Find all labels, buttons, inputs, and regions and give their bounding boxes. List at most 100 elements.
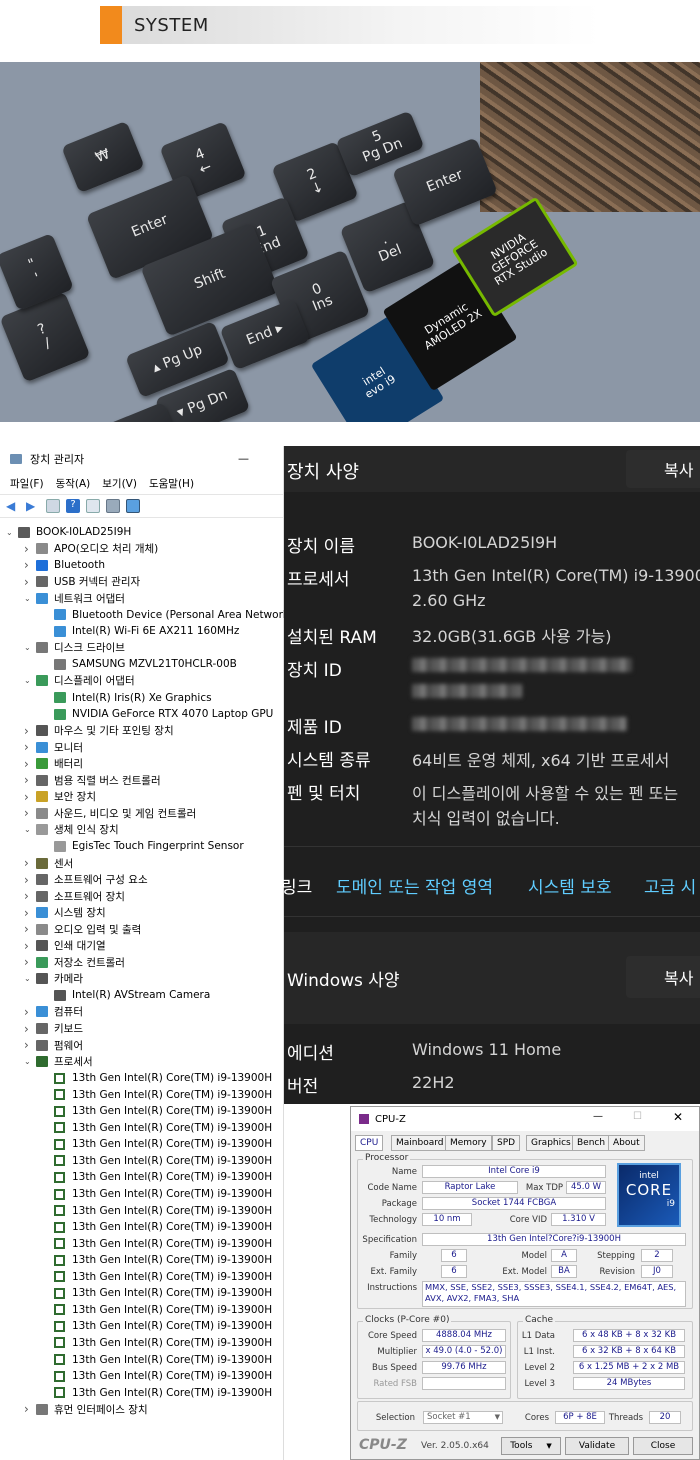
tree-item[interactable]: 13th Gen Intel(R) Core(TM) i9-13900H xyxy=(42,1153,272,1169)
chevron-right-icon[interactable]: › xyxy=(24,806,36,820)
tree-item[interactable]: 13th Gen Intel(R) Core(TM) i9-13900H xyxy=(42,1335,272,1351)
menu-help[interactable]: 도움말(H) xyxy=(149,476,194,491)
tree-item[interactable]: › 보안 장치 xyxy=(24,789,96,805)
chevron-right-icon[interactable]: › xyxy=(24,1038,36,1052)
chevron-right-icon[interactable]: › xyxy=(24,740,36,754)
properties-icon[interactable] xyxy=(46,499,60,513)
tree-item[interactable]: SAMSUNG MZVL21T0HCLR-00B xyxy=(42,656,237,672)
back-icon[interactable]: ◀ xyxy=(6,499,20,513)
tree-item[interactable]: › 휴먼 인터페이스 장치 xyxy=(24,1401,148,1417)
tree-item[interactable]: › 모니터 xyxy=(24,739,83,755)
minimize-icon[interactable]: — xyxy=(238,452,249,465)
tree-item[interactable]: › 마우스 및 기타 포인팅 장치 xyxy=(24,723,174,739)
tab-cpu[interactable]: CPU xyxy=(355,1135,384,1151)
menu-view[interactable]: 보기(V) xyxy=(102,476,137,491)
grid-icon[interactable] xyxy=(86,499,100,513)
tree-item[interactable]: 13th Gen Intel(R) Core(TM) i9-13900H xyxy=(42,1169,272,1185)
tree-item[interactable]: 13th Gen Intel(R) Core(TM) i9-13900H xyxy=(42,1186,272,1202)
chevron-right-icon[interactable]: › xyxy=(24,773,36,787)
tab-spd[interactable]: SPD xyxy=(492,1135,521,1151)
chevron-right-icon[interactable]: › xyxy=(24,542,36,556)
minimize-icon[interactable]: — xyxy=(593,1111,603,1122)
tree-item[interactable]: › 소프트웨어 구성 요소 xyxy=(24,872,148,888)
tree-item[interactable]: 13th Gen Intel(R) Core(TM) i9-13900H xyxy=(42,1070,272,1086)
tree-item[interactable]: › APO(오디오 처리 개체) xyxy=(24,541,158,557)
tree-item[interactable]: › 사운드, 비디오 및 게임 컨트롤러 xyxy=(24,805,196,821)
tree-item[interactable]: › 오디오 입력 및 출력 xyxy=(24,921,141,937)
tree-item[interactable]: ⌄ 카메라 xyxy=(24,971,83,987)
tree-item[interactable]: 13th Gen Intel(R) Core(TM) i9-13900H xyxy=(42,1219,272,1235)
tab-graphics[interactable]: Graphics xyxy=(526,1135,576,1151)
tree-item[interactable]: Bluetooth Device (Personal Area Network) xyxy=(42,607,293,623)
chevron-down-icon[interactable]: ⌄ xyxy=(24,1057,36,1066)
chevron-down-icon[interactable]: ⌄ xyxy=(24,643,36,652)
tools-button[interactable]: Tools ▼ xyxy=(501,1437,561,1455)
tree-item[interactable]: NVIDIA GeForce RTX 4070 Laptop GPU xyxy=(42,706,273,722)
tree-item[interactable]: ⌄ 네트워크 어댑터 xyxy=(24,590,125,606)
tree-item[interactable]: EgisTec Touch Fingerprint Sensor xyxy=(42,838,244,854)
domain-workgroup-link[interactable]: 도메인 또는 작업 영역 xyxy=(336,873,493,898)
tree-item[interactable]: › 키보드 xyxy=(24,1021,83,1037)
chevron-right-icon[interactable]: › xyxy=(24,939,36,953)
validate-button[interactable]: Validate xyxy=(565,1437,629,1455)
tree-item[interactable]: › 인쇄 대기열 xyxy=(24,938,106,954)
chevron-right-icon[interactable]: › xyxy=(24,889,36,903)
tab-memory[interactable]: Memory xyxy=(445,1135,492,1151)
chevron-down-icon[interactable]: ⌄ xyxy=(24,974,36,983)
advanced-settings-link[interactable]: 고급 시 xyxy=(644,873,696,898)
copy-device-spec-button[interactable]: 복사 xyxy=(626,450,700,488)
chevron-down-icon[interactable]: ⌄ xyxy=(24,676,36,685)
tree-item[interactable]: › 펌웨어 xyxy=(24,1037,83,1053)
chevron-right-icon[interactable]: › xyxy=(24,873,36,887)
chevron-right-icon[interactable]: › xyxy=(24,558,36,572)
tree-item[interactable]: 13th Gen Intel(R) Core(TM) i9-13900H xyxy=(42,1318,272,1334)
chevron-right-icon[interactable]: › xyxy=(24,1402,36,1416)
tree-item[interactable]: ⌄ 프로세서 xyxy=(24,1054,93,1070)
close-button[interactable]: Close xyxy=(633,1437,693,1455)
menu-file[interactable]: 파일(F) xyxy=(10,476,44,491)
monitor-icon[interactable] xyxy=(126,499,140,513)
forward-icon[interactable]: ▶ xyxy=(26,499,40,513)
copy-windows-spec-button[interactable]: 복사 xyxy=(626,956,700,998)
tree-item[interactable]: 13th Gen Intel(R) Core(TM) i9-13900H xyxy=(42,1285,272,1301)
tree-item[interactable]: › 컴퓨터 xyxy=(24,1004,83,1020)
tree-item[interactable]: 13th Gen Intel(R) Core(TM) i9-13900H xyxy=(42,1120,272,1136)
tree-item[interactable]: 13th Gen Intel(R) Core(TM) i9-13900H xyxy=(42,1236,272,1252)
tree-item[interactable]: › 저장소 컨트롤러 xyxy=(24,954,125,970)
tree-item[interactable]: ⌄ BOOK-I0LAD25I9H xyxy=(6,524,131,540)
chevron-down-icon[interactable]: ⌄ xyxy=(24,594,36,603)
menu-action[interactable]: 동작(A) xyxy=(56,476,91,491)
tree-item[interactable]: 13th Gen Intel(R) Core(TM) i9-13900H xyxy=(42,1087,272,1103)
maximize-icon[interactable]: ☐ xyxy=(633,1111,642,1122)
tree-item[interactable]: Intel(R) AVStream Camera xyxy=(42,987,210,1003)
tree-item[interactable]: 13th Gen Intel(R) Core(TM) i9-13900H xyxy=(42,1269,272,1285)
tree-item[interactable]: 13th Gen Intel(R) Core(TM) i9-13900H xyxy=(42,1103,272,1119)
tree-item[interactable]: › USB 커넥터 관리자 xyxy=(24,574,140,590)
tree-item[interactable]: › Bluetooth xyxy=(24,557,105,573)
chevron-down-icon[interactable]: ⌄ xyxy=(6,528,18,537)
tab-mainboard[interactable]: Mainboard xyxy=(391,1135,449,1151)
tree-item[interactable]: Intel(R) Iris(R) Xe Graphics xyxy=(42,690,212,706)
selection-dropdown[interactable]: Socket #1 ▼ xyxy=(423,1411,503,1424)
chevron-right-icon[interactable]: › xyxy=(24,757,36,771)
tree-item[interactable]: ⌄ 디스크 드라이브 xyxy=(24,640,125,656)
tree-item[interactable]: 13th Gen Intel(R) Core(TM) i9-13900H xyxy=(42,1302,272,1318)
tree-item[interactable]: ⌄ 디스플레이 어댑터 xyxy=(24,673,135,689)
tree-item[interactable]: › 시스템 장치 xyxy=(24,905,106,921)
chevron-right-icon[interactable]: › xyxy=(24,1005,36,1019)
chevron-right-icon[interactable]: › xyxy=(24,955,36,969)
system-protection-link[interactable]: 시스템 보호 xyxy=(528,873,612,898)
tree-item[interactable]: 13th Gen Intel(R) Core(TM) i9-13900H xyxy=(42,1352,272,1368)
tree-item[interactable]: 13th Gen Intel(R) Core(TM) i9-13900H xyxy=(42,1385,272,1401)
tree-item[interactable]: Intel(R) Wi-Fi 6E AX211 160MHz xyxy=(42,623,239,639)
tab-bench[interactable]: Bench xyxy=(572,1135,611,1151)
tree-item[interactable]: › 범용 직렬 버스 컨트롤러 xyxy=(24,772,161,788)
chevron-right-icon[interactable]: › xyxy=(24,856,36,870)
chevron-right-icon[interactable]: › xyxy=(24,724,36,738)
tree-item[interactable]: ⌄ 생체 인식 장치 xyxy=(24,822,119,838)
update-driver-icon[interactable] xyxy=(106,499,120,513)
chevron-down-icon[interactable]: ⌄ xyxy=(24,825,36,834)
tree-item[interactable]: 13th Gen Intel(R) Core(TM) i9-13900H xyxy=(42,1252,272,1268)
close-icon[interactable]: ✕ xyxy=(673,1110,683,1124)
chevron-right-icon[interactable]: › xyxy=(24,790,36,804)
